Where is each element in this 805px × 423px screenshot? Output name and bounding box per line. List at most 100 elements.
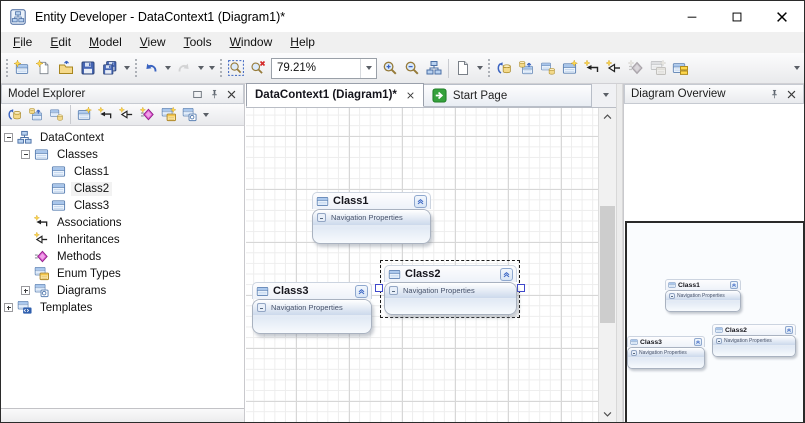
menu-file[interactable]: File — [4, 33, 41, 52]
section-collapse-icon[interactable] — [389, 286, 398, 295]
explorer-new-method-button[interactable] — [137, 105, 158, 125]
collapse-chevron-icon[interactable] — [414, 195, 427, 208]
entity-class3[interactable]: Class3 Navigation Properties — [252, 282, 372, 334]
selection-handle-right[interactable] — [517, 284, 525, 292]
page-setup-button[interactable] — [452, 57, 474, 79]
zoom-cancel-button[interactable] — [247, 57, 269, 79]
tree-item-inheritances[interactable]: Inheritances — [1, 231, 244, 248]
zoom-out-button[interactable] — [401, 57, 423, 79]
tree-item-diagrams[interactable]: Diagrams — [1, 282, 244, 299]
minimize-button[interactable] — [669, 1, 714, 32]
close-panel-button[interactable] — [784, 87, 799, 102]
toolbar-grip[interactable] — [487, 58, 491, 78]
undo-dropdown-icon[interactable] — [162, 57, 173, 79]
entity-class2-body[interactable]: Navigation Properties — [384, 282, 517, 315]
undo-button[interactable] — [140, 57, 162, 79]
tab-diagram1[interactable]: DataContext1 (Diagram1)* — [246, 83, 424, 107]
expander-icon[interactable] — [4, 303, 13, 312]
entity-class3-body[interactable]: Navigation Properties — [252, 299, 372, 334]
navigation-properties-row[interactable]: Navigation Properties — [385, 283, 516, 299]
new-association-button[interactable] — [581, 57, 603, 79]
generate-database-button[interactable] — [493, 57, 515, 79]
close-button[interactable] — [759, 1, 804, 32]
explorer-new-enum-type-button[interactable] — [158, 105, 179, 125]
toolbar-grip[interactable] — [219, 58, 223, 78]
new-enum-type-button[interactable] — [647, 57, 669, 79]
open-model-button[interactable] — [55, 57, 77, 79]
navigation-properties-row[interactable]: Navigation Properties — [313, 210, 430, 226]
tree-item-class1[interactable]: Class1 — [1, 163, 244, 180]
float-window-button[interactable] — [190, 87, 205, 102]
menu-view[interactable]: View — [131, 33, 175, 52]
update-database-from-model-button[interactable] — [537, 57, 559, 79]
selection-handle-left[interactable] — [375, 284, 383, 292]
zoom-marquee-button[interactable] — [225, 57, 247, 79]
entity-class1-header[interactable]: Class1 — [312, 192, 431, 209]
panel-splitter[interactable] — [616, 84, 623, 422]
entity-class3-header[interactable]: Class3 — [252, 282, 372, 299]
tree-item-classes[interactable]: Classes — [1, 146, 244, 163]
explorer-new-diagram-button[interactable] — [179, 105, 200, 125]
tab-close-icon[interactable] — [406, 91, 415, 100]
zoom-level-combobox[interactable]: 79.21% — [271, 58, 377, 79]
maximize-button[interactable] — [714, 1, 759, 32]
entity-class2-selection[interactable]: Class2 Navigation Properties — [380, 260, 520, 318]
explorer-update-database-from-model-button[interactable] — [46, 105, 67, 125]
diagram-canvas[interactable]: Class1 Navigation Properties Class3 Na — [246, 108, 598, 422]
update-model-from-database-button[interactable] — [515, 57, 537, 79]
section-collapse-icon[interactable] — [257, 303, 266, 312]
new-method-button[interactable] — [625, 57, 647, 79]
explorer-generate-database-button[interactable] — [4, 105, 25, 125]
menu-tools[interactable]: Tools — [175, 33, 221, 52]
zoom-level-value[interactable]: 79.21% — [272, 62, 360, 74]
explorer-toolbar-dropdown-icon[interactable] — [200, 104, 211, 126]
class-properties-button[interactable] — [669, 57, 691, 79]
toolbar-overflow-icon[interactable] — [206, 57, 217, 79]
collapse-chevron-icon[interactable] — [355, 285, 368, 298]
entity-class2-header[interactable]: Class2 — [384, 265, 517, 282]
scroll-down-icon[interactable] — [599, 406, 616, 422]
tree-item-methods[interactable]: Methods — [1, 248, 244, 265]
tab-start-page[interactable]: Start Page — [424, 84, 592, 107]
explorer-new-association-button[interactable] — [95, 105, 116, 125]
menu-edit[interactable]: Edit — [41, 33, 80, 52]
explorer-new-inheritance-button[interactable] — [116, 105, 137, 125]
zoom-in-button[interactable] — [379, 57, 401, 79]
save-all-button[interactable] — [99, 57, 121, 79]
new-item-button[interactable] — [33, 57, 55, 79]
menu-window[interactable]: Window — [221, 33, 282, 52]
menu-model[interactable]: Model — [80, 33, 131, 52]
explorer-update-model-from-database-button[interactable] — [25, 105, 46, 125]
section-collapse-icon[interactable] — [317, 213, 326, 222]
close-panel-button[interactable] — [224, 87, 239, 102]
tree-item-datacontext[interactable]: DataContext — [1, 129, 244, 146]
expander-icon[interactable] — [21, 286, 30, 295]
toolbar-overflow-icon[interactable] — [791, 57, 802, 79]
toolbar-overflow-icon[interactable] — [474, 57, 485, 79]
tab-list-dropdown-icon[interactable] — [596, 83, 616, 107]
scrollbar-thumb[interactable] — [600, 206, 615, 323]
entity-class2[interactable]: Class2 Navigation Properties — [384, 265, 517, 315]
menu-help[interactable]: Help — [281, 33, 324, 52]
pin-icon[interactable] — [207, 87, 222, 102]
redo-dropdown-icon[interactable] — [195, 57, 206, 79]
zoom-dropdown-icon[interactable] — [360, 59, 376, 78]
pin-icon[interactable] — [767, 87, 782, 102]
toolbar-grip[interactable] — [5, 58, 9, 78]
collapse-chevron-icon[interactable] — [500, 268, 513, 281]
save-button[interactable] — [77, 57, 99, 79]
entity-class1[interactable]: Class1 Navigation Properties — [312, 192, 431, 244]
redo-button[interactable] — [173, 57, 195, 79]
tree-item-associations[interactable]: Associations — [1, 214, 244, 231]
save-dropdown-icon[interactable] — [121, 57, 132, 79]
entity-class1-body[interactable]: Navigation Properties — [312, 209, 431, 244]
tree-item-templates[interactable]: Templates — [1, 299, 244, 316]
navigation-properties-row[interactable]: Navigation Properties — [253, 300, 371, 316]
toolbar-grip[interactable] — [134, 58, 138, 78]
expander-icon[interactable] — [4, 133, 13, 142]
new-class-button[interactable] — [559, 57, 581, 79]
scroll-up-icon[interactable] — [599, 108, 616, 124]
new-inheritance-button[interactable] — [603, 57, 625, 79]
tree-item-class2[interactable]: Class2 — [1, 180, 244, 197]
auto-layout-button[interactable] — [423, 57, 445, 79]
